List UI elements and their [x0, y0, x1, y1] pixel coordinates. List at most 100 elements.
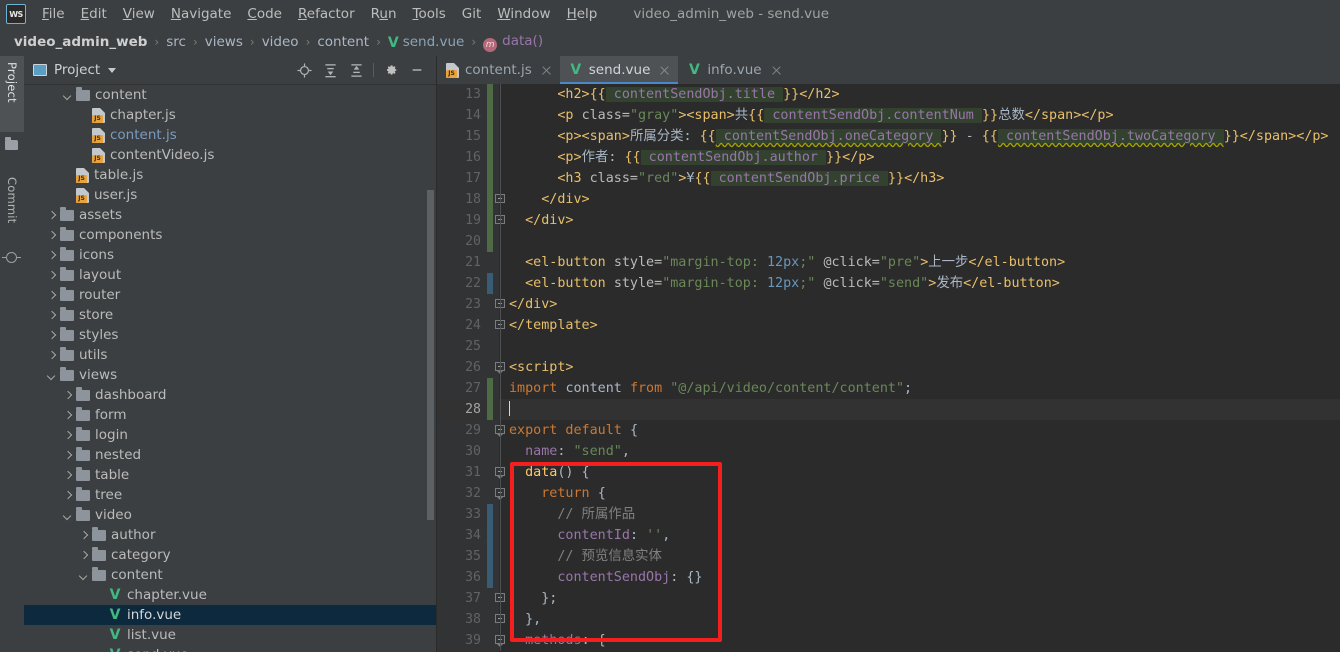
close-icon[interactable] — [771, 65, 782, 76]
code-line[interactable]: 31 data() { — [437, 462, 1340, 483]
chevron-down-icon[interactable] — [108, 67, 117, 73]
vcs-change-marker[interactable] — [487, 567, 493, 588]
project-tree-scrollbar[interactable] — [426, 85, 435, 652]
editor-code-area[interactable]: 13 <h2>{{ contentSendObj.title }}</h2> 14… — [437, 84, 1340, 652]
tree-item[interactable]: table — [24, 465, 436, 485]
menu-item-code[interactable]: Code — [239, 3, 290, 25]
settings-gear-icon[interactable] — [378, 59, 404, 81]
menu-item-help[interactable]: Help — [559, 3, 606, 25]
vcs-change-marker[interactable] — [487, 126, 493, 147]
tree-item[interactable]: icons — [24, 245, 436, 265]
code-line[interactable]: 34 contentId: '', — [437, 525, 1340, 546]
chevron-down-icon[interactable] — [62, 510, 73, 521]
tree-item[interactable]: content — [24, 85, 436, 105]
code-line[interactable]: 27 import content from "@/api/video/conte… — [437, 378, 1340, 399]
chevron-right-icon[interactable] — [46, 270, 57, 281]
code-line[interactable]: 26 <script> — [437, 357, 1340, 378]
chevron-right-icon[interactable] — [46, 290, 57, 301]
menu-item-tools[interactable]: Tools — [405, 3, 454, 25]
code-line[interactable]: 35 // 预览信息实体 — [437, 546, 1340, 567]
tree-item[interactable]: content — [24, 565, 436, 585]
tool-window-tab-project[interactable]: Project — [0, 56, 24, 132]
tree-item[interactable]: form — [24, 405, 436, 425]
chevron-down-icon[interactable] — [46, 370, 57, 381]
tree-item[interactable]: chapter.js — [24, 105, 436, 125]
tree-item[interactable]: tree — [24, 485, 436, 505]
menu-item-run[interactable]: Run — [363, 3, 405, 25]
menu-item-git[interactable]: Git — [454, 3, 490, 25]
code-line[interactable]: 22 <el-button style="margin-top: 12px;" … — [437, 273, 1340, 294]
tree-item[interactable]: category — [24, 545, 436, 565]
tree-item[interactable]: views — [24, 365, 436, 385]
chevron-right-icon[interactable] — [46, 310, 57, 321]
chevron-right-icon[interactable] — [78, 550, 89, 561]
tree-item[interactable]: components — [24, 225, 436, 245]
vcs-change-marker[interactable] — [487, 525, 493, 546]
breadcrumb-item-send-vue[interactable]: Vsend.vue — [388, 34, 464, 51]
chevron-right-icon[interactable] — [62, 390, 73, 401]
menu-item-navigate[interactable]: Navigate — [163, 3, 240, 25]
tree-item[interactable]: author — [24, 525, 436, 545]
vcs-change-marker[interactable] — [487, 84, 493, 105]
breadcrumb-item-video_admin_web[interactable]: video_admin_web — [14, 34, 147, 50]
tree-item[interactable]: content.js — [24, 125, 436, 145]
chevron-right-icon[interactable] — [46, 210, 57, 221]
code-line[interactable]: 21 <el-button style="margin-top: 12px;" … — [437, 252, 1340, 273]
menu-item-edit[interactable]: Edit — [73, 3, 115, 25]
close-icon[interactable] — [659, 65, 670, 76]
tree-item[interactable]: utils — [24, 345, 436, 365]
tree-item[interactable]: Vsend.vue — [24, 645, 436, 652]
chevron-right-icon[interactable] — [46, 230, 57, 241]
code-line[interactable]: 15 <p><span>所属分类: {{ contentSendObj.oneC… — [437, 126, 1340, 147]
code-line[interactable]: 39 methods: { — [437, 630, 1340, 651]
code-line[interactable]: 20 — [437, 231, 1340, 252]
vcs-change-marker[interactable] — [487, 546, 493, 567]
vcs-change-marker[interactable] — [487, 273, 493, 294]
tree-item[interactable]: router — [24, 285, 436, 305]
vcs-change-marker[interactable] — [487, 210, 493, 231]
editor-tab-content-js[interactable]: content.js — [437, 56, 560, 84]
chevron-right-icon[interactable] — [62, 430, 73, 441]
code-line[interactable]: 30 name: "send", — [437, 441, 1340, 462]
expand-all-icon[interactable] — [317, 59, 343, 81]
chevron-down-icon[interactable] — [78, 570, 89, 581]
tree-item[interactable]: Vchapter.vue — [24, 585, 436, 605]
tree-item[interactable]: layout — [24, 265, 436, 285]
chevron-right-icon[interactable] — [62, 410, 73, 421]
breadcrumb-item-data-[interactable]: m data() — [483, 33, 543, 52]
code-line[interactable]: 32 return { — [437, 483, 1340, 504]
hide-panel-icon[interactable] — [404, 59, 430, 81]
vcs-change-marker[interactable] — [487, 378, 493, 399]
code-line[interactable]: 28 — [437, 399, 1340, 420]
code-line[interactable]: 36 contentSendObj: {} — [437, 567, 1340, 588]
vcs-change-marker[interactable] — [487, 189, 493, 210]
tree-item[interactable]: video — [24, 505, 436, 525]
chevron-right-icon[interactable] — [46, 330, 57, 341]
code-line[interactable]: 25 — [437, 336, 1340, 357]
code-line[interactable]: 23 </div> — [437, 294, 1340, 315]
tree-item[interactable]: user.js — [24, 185, 436, 205]
tree-item[interactable]: contentVideo.js — [24, 145, 436, 165]
vcs-change-marker[interactable] — [487, 399, 493, 420]
menu-item-view[interactable]: View — [115, 3, 163, 25]
tool-window-tab-commit[interactable]: Commit — [0, 171, 24, 245]
code-line[interactable]: 37 }; — [437, 588, 1340, 609]
tree-item[interactable]: assets — [24, 205, 436, 225]
tree-item[interactable]: store — [24, 305, 436, 325]
code-line[interactable]: 29 export default { — [437, 420, 1340, 441]
code-line[interactable]: 17 <h3 class="red">¥{{ contentSendObj.pr… — [437, 168, 1340, 189]
tree-item[interactable]: Vlist.vue — [24, 625, 436, 645]
vcs-change-marker[interactable] — [487, 147, 493, 168]
code-editor[interactable]: 13 <h2>{{ contentSendObj.title }}</h2> 14… — [437, 84, 1340, 652]
code-line[interactable]: 14 <p class="gray"><span>共{{ contentSend… — [437, 105, 1340, 126]
tree-item[interactable]: table.js — [24, 165, 436, 185]
vcs-change-marker[interactable] — [487, 231, 493, 252]
tree-item[interactable]: nested — [24, 445, 436, 465]
project-tree[interactable]: Vsend.vueVlist.vueVinfo.vueVchapter.vuec… — [24, 85, 436, 652]
tree-item[interactable]: dashboard — [24, 385, 436, 405]
project-tree-scrollbar-thumb[interactable] — [427, 190, 434, 520]
tree-item[interactable]: styles — [24, 325, 436, 345]
editor-tab-info-vue[interactable]: Vinfo.vue — [678, 56, 790, 84]
chevron-right-icon[interactable] — [46, 350, 57, 361]
chevron-right-icon[interactable] — [62, 450, 73, 461]
